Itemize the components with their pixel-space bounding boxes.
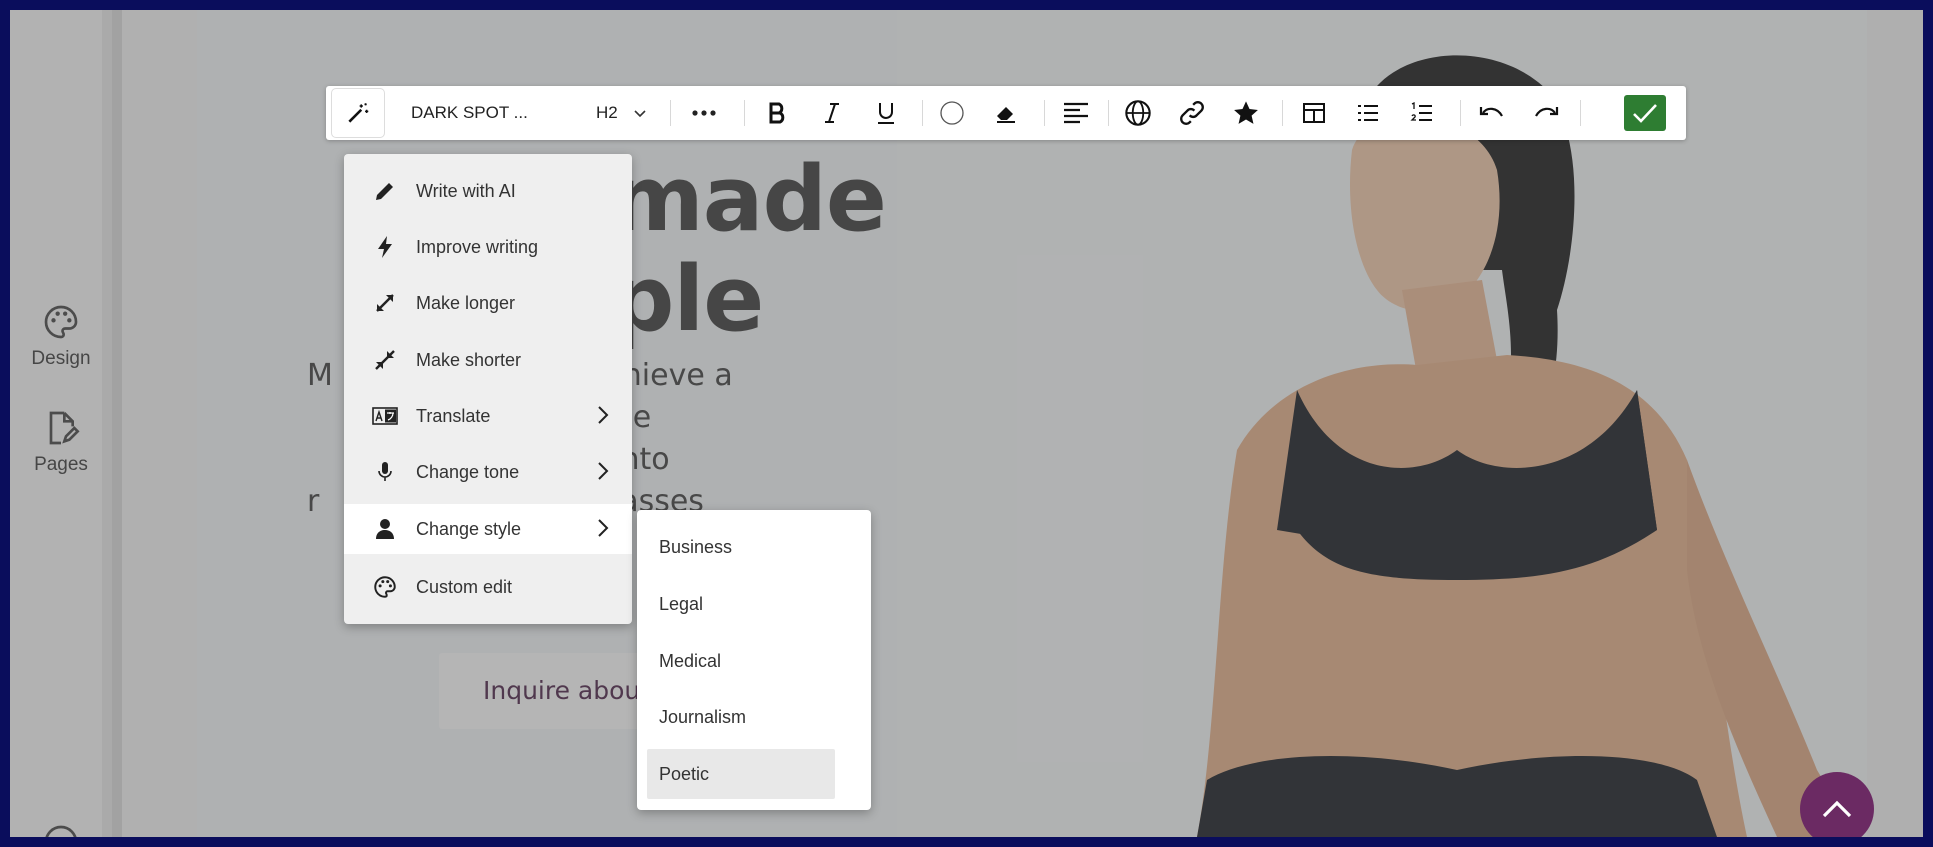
bold-icon (769, 102, 785, 124)
confirm-button[interactable] (1624, 95, 1666, 131)
scroll-top-button[interactable] (1800, 772, 1874, 837)
menu-item-label: Make shorter (416, 349, 522, 370)
table-icon (1303, 103, 1325, 123)
sidebar-item-label: Design (31, 348, 91, 369)
ai-actions-menu: Write with AI Improve writing Make longe… (344, 154, 632, 624)
undo-icon (1479, 107, 1503, 117)
menu-item-label: Make longer (416, 292, 516, 313)
text-toolbar: DARK SPOT ... H2 (326, 86, 1686, 140)
toolbar-divider (670, 100, 671, 126)
chevron-up-icon (1822, 800, 1852, 818)
underline-button[interactable] (866, 86, 906, 140)
link-icon (1180, 101, 1204, 125)
canvas-margin-left (122, 10, 197, 837)
collapse-icon (370, 349, 400, 371)
bullet-list-button[interactable] (1346, 86, 1390, 140)
toolbar-divider (1108, 100, 1109, 126)
menu-item-write-with-ai[interactable]: Write with AI (344, 166, 632, 216)
sidebar-item-pages[interactable]: Pages (10, 408, 112, 476)
menu-item-change-tone[interactable]: Change tone (344, 447, 632, 497)
underline-icon (878, 103, 894, 124)
menu-item-custom-edit[interactable]: Custom edit (344, 562, 632, 612)
menu-item-improve-writing[interactable]: Improve writing (344, 222, 632, 272)
menu-item-change-style[interactable]: Change style (344, 504, 632, 554)
numbered-list-button[interactable] (1400, 86, 1444, 140)
translate-icon (370, 406, 400, 426)
check-icon (1633, 104, 1657, 123)
text-color-button[interactable] (932, 86, 972, 140)
menu-item-translate[interactable]: Translate (344, 391, 632, 441)
chevron-right-icon (598, 519, 609, 537)
person-icon (370, 518, 400, 540)
italic-icon (825, 103, 839, 123)
left-sidebar: Design Pages (10, 10, 112, 837)
app-frame: Design Pages made ple M achieve a into r… (10, 10, 1923, 837)
favorite-button[interactable] (1224, 86, 1268, 140)
menu-item-label: Write with AI (416, 180, 516, 201)
bold-button[interactable] (758, 86, 798, 140)
ai-magic-icon (348, 103, 369, 123)
eraser-icon (997, 107, 1015, 123)
font-select-value: DARK SPOT ... (411, 103, 528, 122)
change-style-submenu: Business Legal Medical Journalism Poetic (637, 510, 871, 810)
help-icon (45, 825, 77, 837)
menu-item-label: Custom edit (416, 576, 513, 597)
menu-item-label: Translate (416, 405, 491, 426)
color-circle-icon (940, 101, 964, 125)
bullet-list-icon (1358, 105, 1378, 121)
heading-select-value: H2 (596, 103, 618, 122)
menu-item-label: Improve writing (416, 236, 539, 257)
globe-icon (1125, 100, 1151, 126)
redo-button[interactable] (1524, 86, 1568, 140)
italic-button[interactable] (812, 86, 852, 140)
heading-select[interactable]: H2 (596, 86, 666, 140)
language-button[interactable] (1116, 86, 1160, 140)
chevron-down-icon (634, 110, 646, 118)
lightning-icon (370, 235, 400, 259)
font-select[interactable]: DARK SPOT ... (411, 86, 541, 140)
chevron-right-icon (598, 462, 609, 480)
toolbar-divider (1044, 100, 1045, 126)
expand-icon (370, 292, 400, 314)
toolbar-divider (744, 100, 745, 126)
canvas-margin-right (1867, 10, 1923, 837)
menu-item-label: Change tone (416, 461, 520, 482)
redo-icon (1535, 107, 1559, 117)
style-option-poetic[interactable]: Poetic (647, 749, 835, 799)
numbered-list-icon (1410, 101, 1432, 121)
style-option-business[interactable]: Business (647, 522, 835, 572)
link-button[interactable] (1170, 86, 1214, 140)
menu-item-make-longer[interactable]: Make longer (344, 278, 632, 328)
chevron-right-icon (598, 406, 609, 424)
star-icon (1234, 101, 1258, 124)
style-option-medical[interactable]: Medical (647, 636, 835, 686)
page-edit-icon (49, 411, 80, 445)
clear-format-button[interactable] (986, 86, 1026, 140)
pencil-icon (370, 179, 400, 203)
sidebar-item-label: Pages (34, 454, 88, 475)
toolbar-divider (1460, 100, 1461, 126)
toolbar-divider (1282, 100, 1283, 126)
style-option-journalism[interactable]: Journalism (647, 692, 835, 742)
table-button[interactable] (1292, 86, 1336, 140)
ai-magic-button[interactable] (332, 89, 384, 137)
palette-icon (370, 574, 400, 600)
menu-item-label: Change style (416, 518, 522, 539)
style-option-legal[interactable]: Legal (647, 579, 835, 629)
microphone-icon (370, 461, 400, 483)
more-icon (692, 110, 716, 116)
more-button[interactable] (684, 86, 724, 140)
toolbar-divider (1580, 100, 1581, 126)
menu-item-make-shorter[interactable]: Make shorter (344, 335, 632, 385)
sidebar-item-more[interactable] (10, 822, 112, 837)
toolbar-divider (922, 100, 923, 126)
align-icon (1064, 102, 1088, 124)
undo-button[interactable] (1470, 86, 1514, 140)
sidebar-item-design[interactable]: Design (10, 302, 112, 370)
align-button[interactable] (1054, 86, 1098, 140)
palette-icon (44, 305, 78, 339)
